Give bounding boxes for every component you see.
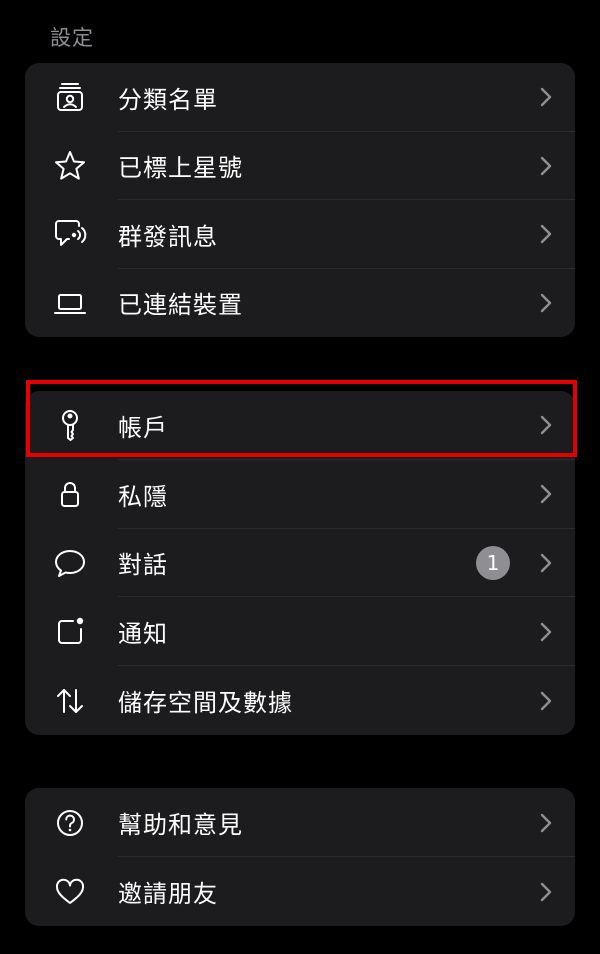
settings-item-label: 帳戶 [118,413,168,442]
chevron-right-icon [539,812,553,834]
settings-item-starred[interactable]: 已標上星號 [25,132,575,200]
settings-item-privacy[interactable]: 私隱 [25,460,575,529]
star-icon [51,147,89,185]
settings-item-broadcast[interactable]: 群發訊息 [25,200,575,269]
contact-list-icon [51,78,89,116]
settings-group-3: 幫助和意見 邀請朋友 [25,788,575,926]
broadcast-icon [51,215,89,253]
settings-item-label: 已連結裝置 [118,291,243,320]
unread-count-badge: 1 [476,545,510,580]
settings-item-linked-devices[interactable]: 已連結裝置 [25,269,575,338]
settings-item-label: 通知 [118,620,168,649]
chevron-right-icon [539,552,553,574]
settings-item-contact-lists[interactable]: 分類名單 [25,63,575,132]
settings-item-label: 邀請朋友 [118,880,218,908]
settings-item-account[interactable]: 帳戶 [25,391,575,460]
chevron-right-icon [539,292,553,314]
chevron-right-icon [539,690,553,712]
settings-item-storage-data[interactable]: 儲存空間及數據 [25,666,575,735]
lock-icon [51,475,89,513]
settings-item-label: 對話 [118,551,168,580]
settings-group-1: 分類名單 已標上星號 群發訊息 已連結裝置 [25,63,575,337]
help-icon [51,804,89,842]
chat-bubble-icon [51,544,89,582]
settings-item-invite-friends[interactable]: 邀請朋友 [25,857,575,926]
laptop-icon [51,284,89,322]
settings-item-label: 私隱 [118,482,168,511]
settings-item-label: 幫助和意見 [118,811,243,839]
chevron-right-icon [539,86,553,108]
notification-icon [51,613,89,651]
chevron-right-icon [539,881,553,903]
key-icon [51,406,89,444]
page-title: 設定 [50,26,94,50]
heart-icon [51,873,89,911]
settings-item-label: 儲存空間及數據 [118,689,293,718]
chevron-right-icon [539,414,553,436]
arrows-updown-icon [51,682,89,720]
settings-item-chats[interactable]: 對話 1 [25,529,575,598]
chevron-right-icon [539,621,553,643]
settings-item-label: 已標上星號 [118,154,243,183]
chevron-right-icon [539,483,553,505]
chevron-right-icon [539,155,553,177]
settings-item-label: 群發訊息 [118,222,218,251]
settings-item-notifications[interactable]: 通知 [25,597,575,667]
settings-group-2: 帳戶 私隱 對話 1 通知 儲存空間及數據 [25,391,575,735]
settings-item-help[interactable]: 幫助和意見 [25,788,575,857]
chevron-right-icon [539,223,553,245]
settings-item-label: 分類名單 [118,85,218,114]
